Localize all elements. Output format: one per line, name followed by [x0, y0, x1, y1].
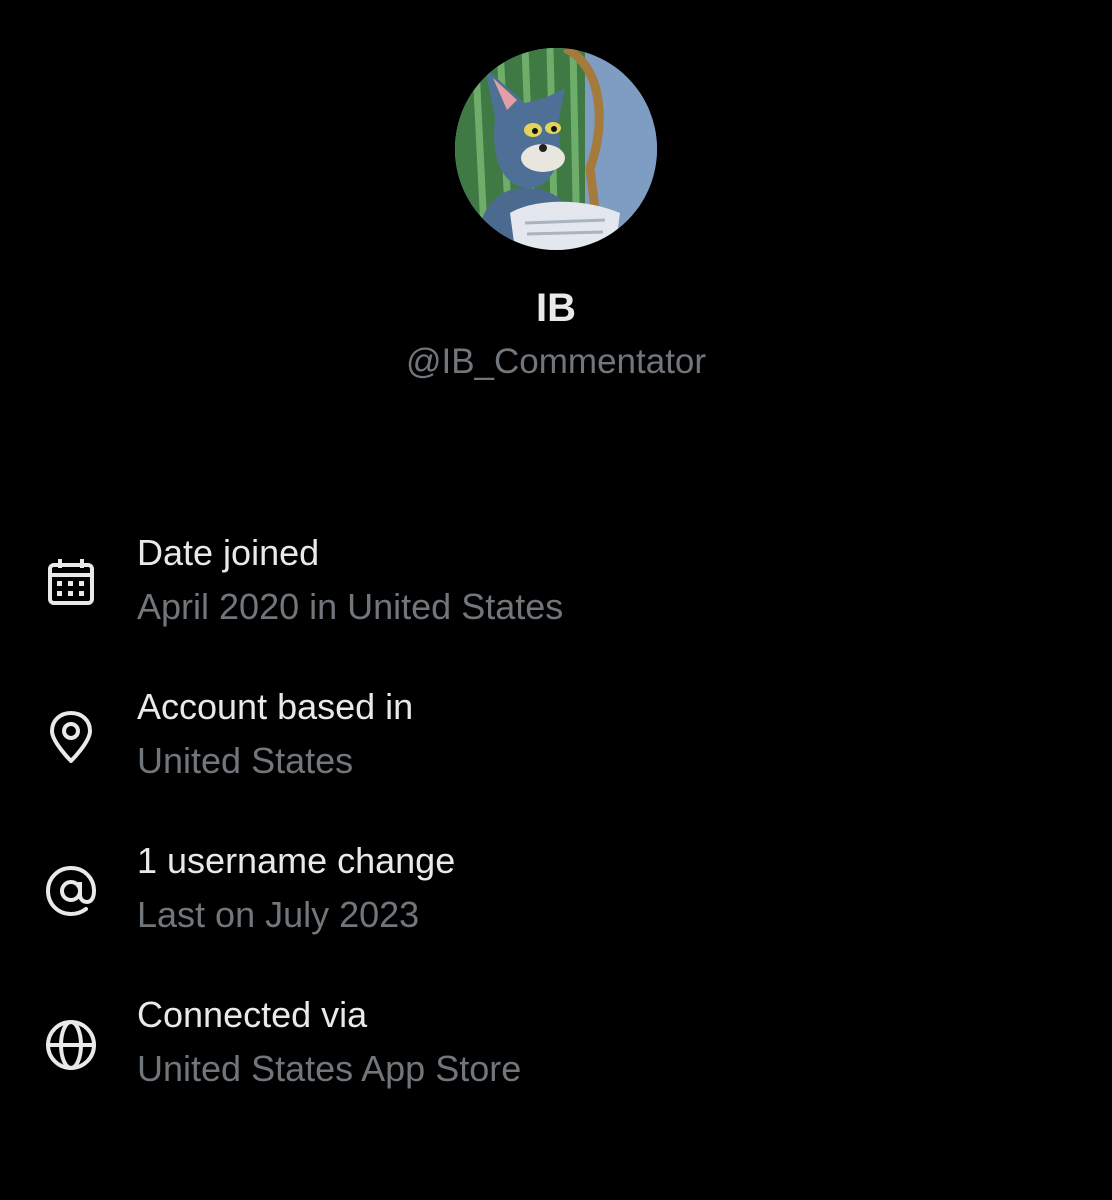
info-value: Last on July 2023	[137, 894, 420, 935]
info-title: Account based in	[137, 686, 414, 727]
location-pin-icon	[42, 708, 100, 766]
info-value: United States App Store	[137, 1048, 522, 1089]
info-row-connected-via: Connected via United States App Store	[0, 990, 1112, 1100]
info-title: Date joined	[137, 532, 320, 573]
display-name: IB	[536, 286, 576, 330]
calendar-icon	[42, 554, 100, 612]
at-sign-icon	[42, 862, 100, 920]
cartoon-cat-avatar-icon	[455, 48, 657, 250]
globe-icon	[42, 1016, 100, 1074]
username-handle: @IB_Commentator	[405, 342, 707, 381]
info-row-account-based-in: Account based in United States	[0, 682, 1112, 792]
info-value: United States	[137, 740, 354, 781]
info-row-date-joined: Date joined April 2020 in United States	[0, 528, 1112, 638]
info-value: April 2020 in United States	[137, 586, 564, 627]
avatar[interactable]	[455, 48, 657, 250]
info-title: Connected via	[137, 994, 368, 1035]
info-row-username-change: 1 username change Last on July 2023	[0, 836, 1112, 946]
info-title: 1 username change	[137, 840, 456, 881]
